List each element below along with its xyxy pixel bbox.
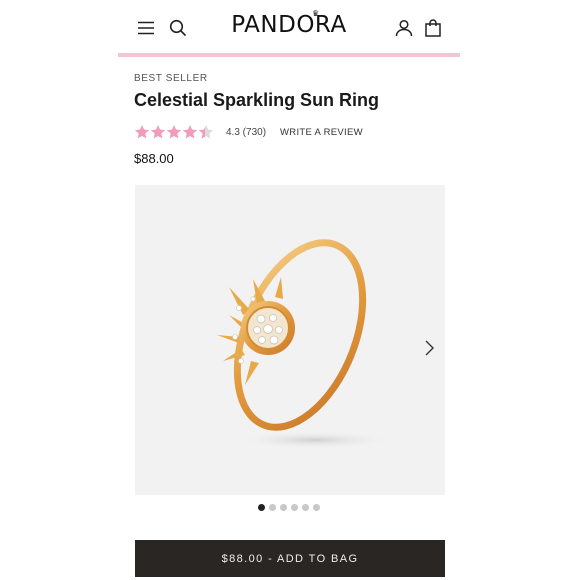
product-page: ♛ PANDORA BEST SELLER Celestial Sparklin… (118, 0, 460, 580)
account-icon[interactable] (392, 16, 416, 40)
pagination-dot-active[interactable] (258, 504, 265, 511)
search-icon[interactable] (166, 16, 190, 40)
best-seller-badge: BEST SELLER (134, 73, 208, 84)
star-icon (150, 125, 166, 139)
menu-icon[interactable] (134, 16, 158, 40)
rating-summary[interactable]: 4.3 (730) (226, 127, 266, 138)
product-price: $88.00 (134, 151, 174, 166)
next-image-chevron-icon[interactable] (423, 338, 437, 358)
write-review-link[interactable]: WRITE A REVIEW (280, 127, 363, 138)
crown-icon: ♛ (312, 9, 320, 18)
add-to-bag-button[interactable]: $88.00 - ADD TO BAG (135, 540, 445, 577)
gallery-pagination[interactable] (258, 504, 320, 511)
brand-name: PANDORA (231, 12, 347, 38)
star-icon (182, 125, 198, 139)
pagination-dot[interactable] (280, 504, 287, 511)
brand-logo[interactable]: ♛ PANDORA (218, 9, 360, 38)
product-title: Celestial Sparkling Sun Ring (134, 90, 380, 110)
rating-row: 4.3 (730) WRITE A REVIEW (134, 124, 363, 140)
pagination-dot[interactable] (291, 504, 298, 511)
pagination-dot[interactable] (269, 504, 276, 511)
star-half-icon (198, 125, 214, 139)
shopping-bag-icon[interactable] (421, 16, 445, 40)
header-accent-bar (118, 53, 460, 57)
site-header: ♛ PANDORA (118, 0, 460, 57)
pagination-dot[interactable] (302, 504, 309, 511)
pagination-dot[interactable] (313, 504, 320, 511)
star-rating[interactable] (134, 124, 214, 140)
star-icon (166, 125, 182, 139)
star-icon (134, 125, 150, 139)
product-image-gallery[interactable] (135, 185, 445, 495)
product-image (217, 239, 395, 449)
